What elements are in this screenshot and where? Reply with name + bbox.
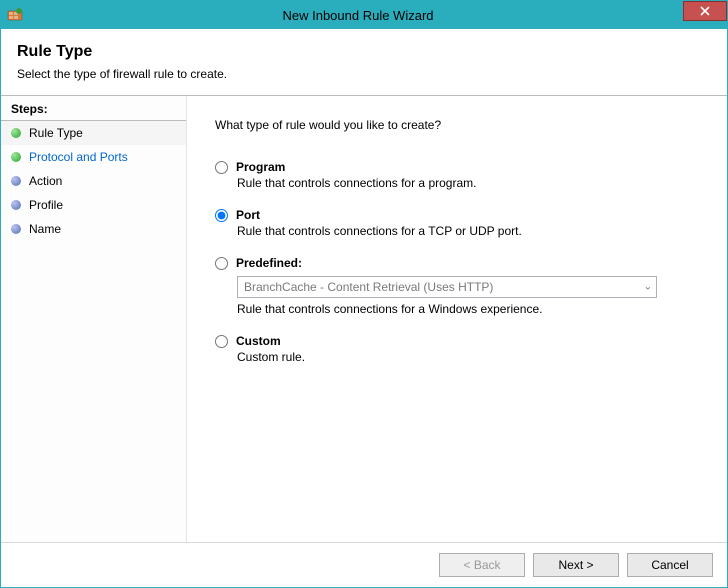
wizard-header: Rule Type Select the type of firewall ru…	[1, 29, 727, 95]
chevron-down-icon: ⌄	[644, 282, 652, 293]
titlebar: New Inbound Rule Wizard	[1, 1, 727, 29]
step-bullet-icon	[11, 200, 21, 210]
predefined-dropdown[interactable]: BranchCache - Content Retrieval (Uses HT…	[237, 276, 657, 298]
step-bullet-icon	[11, 152, 21, 162]
option-program-label[interactable]: Program	[236, 160, 285, 174]
steps-heading: Steps:	[1, 96, 186, 121]
app-icon	[7, 7, 23, 23]
back-button: < Back	[439, 553, 525, 577]
step-action[interactable]: Action	[1, 169, 186, 193]
predefined-dropdown-value: BranchCache - Content Retrieval (Uses HT…	[244, 280, 493, 294]
option-program-row: Program	[215, 160, 699, 174]
radio-port[interactable]	[215, 209, 228, 222]
radio-predefined[interactable]	[215, 257, 228, 270]
page-subtitle: Select the type of firewall rule to crea…	[17, 67, 711, 81]
option-custom-label[interactable]: Custom	[236, 334, 281, 348]
option-predefined-desc: Rule that controls connections for a Win…	[237, 302, 699, 316]
cancel-button[interactable]: Cancel	[627, 553, 713, 577]
step-protocol-and-ports[interactable]: Protocol and Ports	[1, 145, 186, 169]
step-label: Action	[29, 174, 62, 188]
wizard-body: Steps: Rule Type Protocol and Ports Acti…	[1, 96, 727, 546]
step-label: Rule Type	[29, 126, 83, 140]
steps-sidebar: Steps: Rule Type Protocol and Ports Acti…	[1, 96, 187, 546]
option-custom-row: Custom	[215, 334, 699, 348]
option-predefined-row: Predefined:	[215, 256, 699, 270]
close-icon	[700, 6, 710, 16]
wizard-window: New Inbound Rule Wizard Rule Type Select…	[0, 0, 728, 588]
step-bullet-icon	[11, 224, 21, 234]
step-label: Name	[29, 222, 61, 236]
wizard-content: What type of rule would you like to crea…	[187, 96, 727, 546]
step-bullet-icon	[11, 176, 21, 186]
option-predefined-label[interactable]: Predefined:	[236, 256, 302, 270]
next-button[interactable]: Next >	[533, 553, 619, 577]
page-title: Rule Type	[17, 43, 711, 61]
content-question: What type of rule would you like to crea…	[215, 118, 699, 132]
close-button[interactable]	[683, 1, 727, 21]
step-name[interactable]: Name	[1, 217, 186, 241]
option-port-desc: Rule that controls connections for a TCP…	[237, 224, 699, 238]
step-label: Protocol and Ports	[29, 150, 128, 164]
step-label: Profile	[29, 198, 63, 212]
option-port-row: Port	[215, 208, 699, 222]
step-bullet-icon	[11, 128, 21, 138]
option-program-desc: Rule that controls connections for a pro…	[237, 176, 699, 190]
step-profile[interactable]: Profile	[1, 193, 186, 217]
radio-program[interactable]	[215, 161, 228, 174]
option-port-label[interactable]: Port	[236, 208, 260, 222]
step-rule-type[interactable]: Rule Type	[1, 121, 186, 145]
option-custom-desc: Custom rule.	[237, 350, 699, 364]
window-title: New Inbound Rule Wizard	[29, 8, 727, 23]
radio-custom[interactable]	[215, 335, 228, 348]
wizard-footer: < Back Next > Cancel	[1, 542, 727, 587]
